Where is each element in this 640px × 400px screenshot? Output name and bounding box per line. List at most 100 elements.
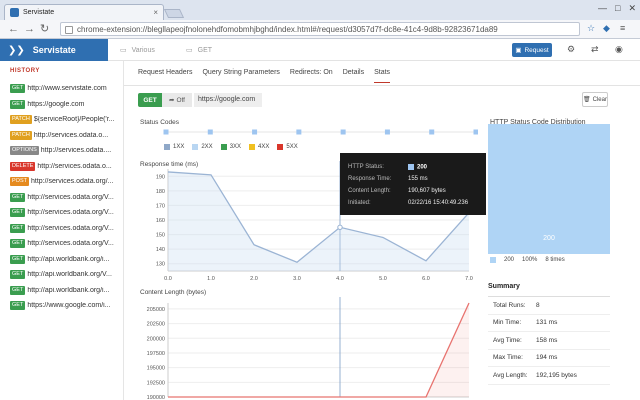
globe-icon[interactable]: ◉: [615, 44, 623, 55]
history-item[interactable]: GET http://services.odata.org/V...: [10, 190, 122, 206]
method-badge: GET: [10, 84, 26, 94]
redirect-toggle[interactable]: ➦ Off: [162, 93, 192, 107]
trash-icon: 🗑: [583, 97, 591, 103]
tooltip-length-row: Content Length: 190,607 bytes: [348, 185, 478, 197]
gear-icon[interactable]: ⚙: [567, 44, 575, 55]
history-item[interactable]: GET http://www.servistate.com: [10, 81, 122, 97]
request-button[interactable]: ▣ Request: [512, 43, 552, 57]
tooltip-time-row: Response Time: 155 ms: [348, 173, 478, 185]
history-item[interactable]: OPTIONS http://services.odata....: [10, 143, 122, 159]
history-url: http://services.odata.org/V...: [27, 240, 114, 248]
status-distribution-bar[interactable]: 200: [488, 124, 610, 254]
tooltip-key: Content Length:: [348, 188, 391, 194]
y-tick-label: 195000: [147, 366, 165, 372]
summary-key: Total Runs:: [493, 301, 526, 309]
history-url: ${serviceRoot}/People('r...: [33, 116, 115, 124]
menu-icon[interactable]: ≡: [620, 23, 625, 33]
tab-request-headers[interactable]: Request Headers: [138, 69, 192, 83]
x-tick-label: 4.0: [336, 276, 344, 282]
method-badge: PATCH: [10, 115, 32, 125]
main-panel: Request Headers Query String Parameters …: [124, 61, 640, 400]
history-url: http://services.odata.o...: [33, 131, 109, 139]
method-badge: GET: [10, 285, 26, 295]
history-item[interactable]: PATCH ${serviceRoot}/People('r...: [10, 112, 122, 128]
breadcrumb-request[interactable]: ▭ GET: [186, 39, 212, 61]
history-item[interactable]: GET http://api.worldbank.org/i...: [10, 252, 122, 268]
maximize-icon[interactable]: □: [615, 3, 620, 14]
history-item[interactable]: GET https://www.google.com/i...: [10, 298, 122, 314]
summary-table: Summary Total Runs: 8 Min Time: 131 ms Avg…: [488, 281, 610, 385]
bookmark-star-icon[interactable]: ☆: [587, 23, 595, 34]
forward-icon[interactable]: →: [24, 22, 35, 36]
y-tick-label: 190: [156, 174, 165, 180]
tab-query-string[interactable]: Query String Parameters: [202, 69, 279, 83]
summary-value: 194 ms: [536, 354, 558, 362]
content-length-chart: 190000 192500 195000 197500 200000 202500 2050…: [147, 297, 470, 400]
history-item[interactable]: GET http://services.odata.org/V...: [10, 221, 122, 237]
brand[interactable]: ❯❯ Servistate: [0, 39, 108, 61]
new-tab-button[interactable]: [163, 9, 185, 18]
swap-icon[interactable]: ⇄: [591, 44, 599, 55]
y-tick-label: 205000: [147, 307, 165, 313]
dist-percent: 100%: [522, 257, 538, 263]
browser-tab[interactable]: Servistate ×: [4, 4, 164, 20]
history-item[interactable]: GET http://api.worldbank.org/i...: [10, 283, 122, 299]
method-badge: OPTIONS: [10, 146, 39, 156]
history-item[interactable]: GET http://api.worldbank.org/V...: [10, 267, 122, 283]
summary-row: Min Time: 131 ms: [488, 315, 610, 332]
history-item[interactable]: GET http://services.odata.org/V...: [10, 205, 122, 221]
method-badge: PATCH: [10, 130, 32, 140]
history-url: http://api.worldbank.org/V...: [27, 271, 112, 279]
url-input[interactable]: https://google.com: [194, 93, 262, 107]
tooltip-initiated-row: Initiated: 02/22/16 15:40:49.236: [348, 197, 478, 209]
history-item[interactable]: GET http://services.odata.org/V...: [10, 236, 122, 252]
summary-title: Summary: [488, 281, 610, 297]
breadcrumb-request-label: GET: [197, 46, 213, 54]
clear-button[interactable]: 🗑 Clear: [582, 92, 608, 107]
dist-bar-label: 200: [543, 235, 555, 242]
x-tick-label: 2.0: [250, 276, 258, 282]
tab-redirects[interactable]: Redirects: On: [290, 69, 333, 83]
summary-key: Avg Length:: [493, 371, 528, 379]
dist-legend: 200 100% 8 times: [490, 257, 565, 263]
share-icon: ➦: [168, 97, 175, 104]
summary-value: 8: [536, 301, 540, 309]
legend-1xx: 1XX: [164, 144, 184, 150]
tab-details[interactable]: Details: [343, 69, 364, 83]
history-item[interactable]: DELETE http://services.odata.o...: [10, 159, 122, 175]
y-tick-label: 200000: [147, 336, 165, 342]
history-url: http://api.worldbank.org/i...: [27, 255, 110, 263]
back-icon[interactable]: ←: [8, 22, 19, 36]
breadcrumb-collection[interactable]: ▭ Various: [120, 39, 155, 61]
close-window-icon[interactable]: ✕: [628, 3, 636, 14]
history-item[interactable]: PATCH http://services.odata.o...: [10, 128, 122, 144]
y-tick-label: 130: [156, 262, 165, 268]
legend-swatch: [277, 144, 284, 150]
series-area: [168, 303, 469, 397]
history-item[interactable]: GET https://google.com: [10, 97, 122, 113]
tab-close-icon[interactable]: ×: [153, 8, 158, 17]
legend-label: 5XX: [286, 144, 298, 150]
minimize-icon[interactable]: —: [598, 3, 607, 14]
tooltip-value: 02/22/16 15:40:49.236: [408, 200, 469, 206]
history-item[interactable]: POST http://services.odata.org/...: [10, 174, 122, 190]
method-badge: GET: [10, 270, 26, 280]
legend-swatch: [249, 144, 256, 150]
reload-icon[interactable]: ↻: [40, 22, 49, 36]
summary-key: Avg Time:: [493, 336, 522, 344]
legend-2xx: 2XX: [192, 144, 213, 150]
method-badge: GET: [10, 208, 26, 218]
y-tick-label: 190000: [147, 395, 165, 400]
address-bar[interactable]: chrome-extension://blegllapeojfnolonehdf…: [60, 22, 580, 36]
method-select[interactable]: GET: [138, 93, 162, 107]
x-tick-label: 3.0: [293, 276, 301, 282]
tab-stats[interactable]: Stats: [374, 69, 391, 83]
servistate-logo-icon: ❯❯: [8, 44, 25, 56]
legend-4xx: 4XX: [249, 144, 269, 150]
method-badge: POST: [10, 177, 29, 187]
method-badge: GET: [10, 301, 26, 311]
x-tick-label: 1.0: [207, 276, 215, 282]
method-badge: DELETE: [10, 161, 36, 171]
history-url: https://www.google.com/i...: [27, 302, 111, 310]
servistate-extension-icon[interactable]: ◆: [603, 23, 610, 34]
